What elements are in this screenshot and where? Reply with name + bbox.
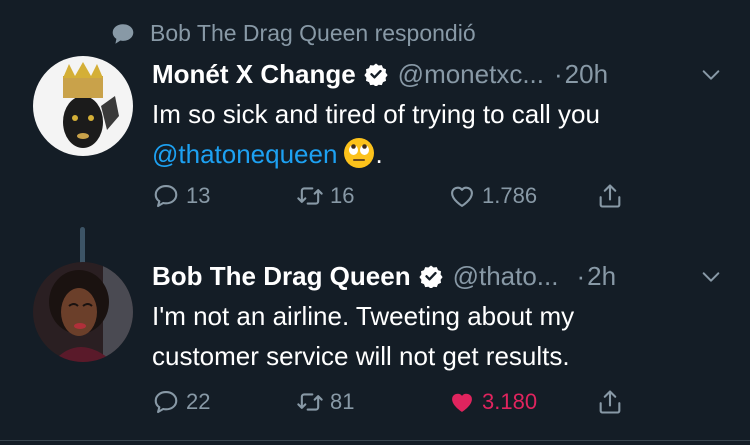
user-handle[interactable]: @thato... [453, 261, 559, 292]
reply-icon [154, 185, 178, 208]
display-name[interactable]: Monét X Change [152, 59, 356, 90]
like-button[interactable]: 3.180 [448, 388, 537, 416]
tweet-header: Monét X Change @monetxc... · 20h [152, 56, 722, 92]
share-button[interactable] [596, 182, 624, 210]
user-handle[interactable]: @monetxc... [398, 59, 544, 90]
like-button[interactable]: 1.786 [448, 182, 537, 210]
verified-badge-icon [418, 265, 443, 288]
chevron-down-icon[interactable] [700, 266, 722, 288]
tweet-text-part: . [375, 139, 383, 169]
display-name[interactable]: Bob The Drag Queen [152, 261, 411, 292]
reply-button[interactable]: 13 [152, 182, 210, 210]
reply-bubble-icon [112, 23, 134, 44]
retweet-count: 81 [330, 389, 355, 414]
retweet-button[interactable]: 81 [296, 388, 354, 416]
share-icon [599, 184, 621, 208]
tweet-actions: 13 16 1.786 [152, 182, 672, 218]
reply-count: 22 [186, 389, 211, 414]
retweet-icon [297, 393, 323, 411]
separator-dot: · [576, 260, 586, 291]
verified-badge-icon [364, 63, 388, 86]
reply-count: 13 [186, 183, 211, 208]
retweet-button[interactable]: 16 [296, 182, 354, 210]
tweet-text: Im so sick and tired of trying to call y… [152, 94, 732, 174]
separator-dot: · [554, 58, 563, 89]
heart-filled-icon [452, 393, 472, 412]
timestamp[interactable]: 2h [587, 261, 616, 292]
chevron-down-icon[interactable] [700, 64, 722, 86]
like-count: 1.786 [482, 183, 538, 208]
heart-icon [451, 186, 473, 207]
reply-button[interactable]: 22 [152, 388, 210, 416]
share-button[interactable] [596, 388, 624, 416]
avatar[interactable] [33, 56, 133, 156]
tweet-text: I'm not an airline. Tweeting about my cu… [152, 301, 575, 371]
reply-context-text: Bob The Drag Queen respondió [150, 20, 476, 46]
timestamp[interactable]: 20h [565, 59, 608, 90]
retweet-count: 16 [330, 183, 355, 208]
like-count: 3.180 [482, 389, 538, 414]
tweet-actions: 22 81 3.180 [152, 388, 672, 424]
retweet-icon [297, 187, 323, 205]
reply-context: Bob The Drag Queen respondió [110, 20, 476, 47]
reply-icon [154, 391, 178, 414]
tweet-text-part: Im so sick and tired of trying to call y… [152, 99, 600, 129]
divider [0, 440, 750, 441]
tweet-header: Bob The Drag Queen @thato... · 2h [152, 258, 722, 294]
avatar[interactable] [33, 262, 133, 362]
mention-link[interactable]: @thatonequeen [152, 139, 337, 169]
eye-roll-emoji-icon [344, 138, 375, 168]
share-icon [599, 390, 621, 414]
